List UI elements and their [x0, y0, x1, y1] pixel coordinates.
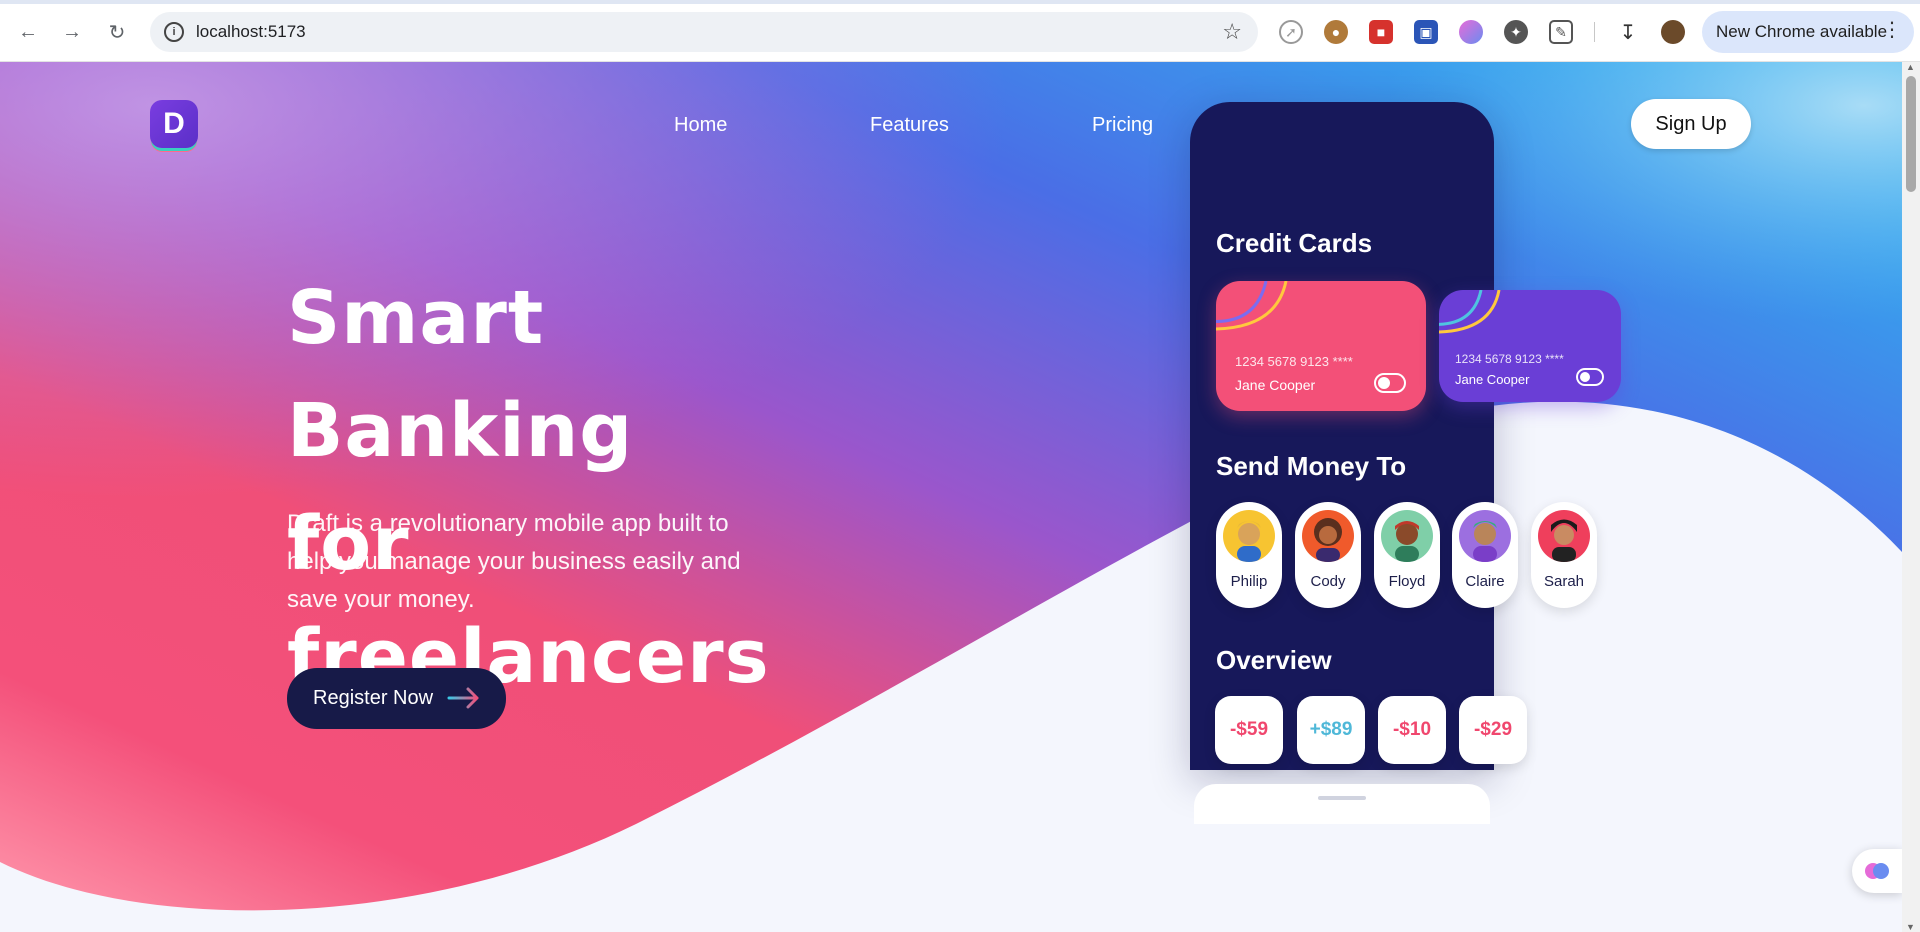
feather-extension-icon[interactable]: ✦: [1504, 20, 1528, 44]
download-icon[interactable]: ↧: [1616, 20, 1640, 44]
contact-cody[interactable]: Cody: [1295, 502, 1361, 608]
nav-pricing[interactable]: Pricing: [1092, 114, 1153, 137]
reload-icon[interactable]: ↻: [103, 18, 131, 46]
sign-up-button[interactable]: Sign Up: [1631, 99, 1751, 149]
credit-card-purple[interactable]: 1234 5678 9123 **** Jane Cooper: [1439, 290, 1621, 402]
tab-strip: [0, 0, 1920, 4]
floating-assistant-button[interactable]: [1852, 849, 1902, 893]
nav-features[interactable]: Features: [870, 114, 949, 137]
register-label: Register Now: [313, 687, 434, 709]
register-now-button[interactable]: Register Now: [287, 668, 506, 729]
hero-title-line1: Smart Banking: [287, 275, 634, 474]
bookmark-star-icon[interactable]: ☆: [1222, 19, 1242, 45]
url-text[interactable]: localhost:5173: [196, 22, 306, 42]
card-arcs-decoration: [1216, 281, 1288, 331]
nav-home[interactable]: Home: [674, 114, 727, 137]
translate-extension-icon[interactable]: ▣: [1414, 20, 1438, 44]
avatar: [1381, 510, 1433, 562]
contact-name: Sarah: [1543, 573, 1585, 590]
contact-name: Floyd: [1388, 573, 1426, 590]
contact-name: Cody: [1310, 573, 1346, 590]
contact-floyd[interactable]: Floyd: [1374, 502, 1440, 608]
send-money-title: Send Money To: [1216, 451, 1407, 481]
contact-name: Philip: [1230, 573, 1268, 590]
arrow-right-icon: [447, 687, 479, 709]
contact-philip[interactable]: Philip: [1216, 502, 1282, 608]
hero-background: [0, 62, 1902, 932]
cookie-extension-icon[interactable]: ●: [1324, 20, 1348, 44]
contact-sarah[interactable]: Sarah: [1531, 502, 1597, 608]
chrome-update-button[interactable]: New Chrome available ⋮: [1702, 11, 1914, 53]
phone-bottom-sheet[interactable]: [1194, 784, 1490, 824]
brain-icon: [1865, 863, 1889, 879]
overview-title: Overview: [1216, 645, 1332, 675]
puzzle-extensions-icon[interactable]: ✎: [1549, 20, 1573, 44]
avatar: [1223, 510, 1275, 562]
menu-kebab-icon[interactable]: ⋮: [1882, 20, 1902, 40]
toolbar-divider: [1594, 22, 1595, 42]
card-number: 1234 5678 9123 ****: [1455, 352, 1564, 366]
avatar: [1538, 510, 1590, 562]
hero-subtitle: Draft is a revolutionary mobile app buil…: [287, 510, 741, 613]
profile-avatar[interactable]: [1661, 20, 1685, 44]
credit-cards-title: Credit Cards: [1216, 228, 1373, 258]
browser-toolbar: ← → ↻ i localhost:5173 ☆ ➚ ● ■ ▣ ✦ ✎ ↧ N…: [0, 0, 1920, 62]
brain-extension-icon[interactable]: [1459, 20, 1483, 44]
credit-card-pink[interactable]: 1234 5678 9123 **** Jane Cooper: [1216, 281, 1426, 411]
card-arcs-decoration: [1439, 290, 1501, 334]
landing-page: D Home Features Pricing Sign Up Smart Ba…: [0, 62, 1902, 932]
card-holder: Jane Cooper: [1455, 372, 1530, 387]
scroll-down-icon[interactable]: ▼: [1906, 922, 1915, 932]
address-bar[interactable]: i localhost:5173 ☆: [150, 12, 1258, 52]
contact-name: Claire: [1465, 573, 1505, 590]
page-scrollbar[interactable]: ▲ ▼: [1902, 62, 1920, 932]
site-info-icon[interactable]: i: [164, 22, 184, 42]
brand-logo[interactable]: D: [150, 100, 198, 148]
avatar: [1459, 510, 1511, 562]
update-label: New Chrome available: [1716, 22, 1888, 41]
overview-amount[interactable]: +$89: [1297, 696, 1365, 764]
card-holder: Jane Cooper: [1235, 377, 1316, 393]
red-extension-icon[interactable]: ■: [1369, 20, 1393, 44]
back-icon[interactable]: ←: [14, 18, 42, 46]
overview-amount[interactable]: -$29: [1459, 696, 1527, 764]
contact-claire[interactable]: Claire: [1452, 502, 1518, 608]
overview-amount[interactable]: -$10: [1378, 696, 1446, 764]
scroll-up-icon[interactable]: ▲: [1906, 62, 1915, 72]
overview-amount[interactable]: -$59: [1215, 696, 1283, 764]
forward-icon[interactable]: →: [58, 18, 86, 46]
card-toggle[interactable]: [1576, 368, 1604, 386]
card-number: 1234 5678 9123 ****: [1235, 354, 1353, 369]
card-toggle[interactable]: [1374, 373, 1406, 393]
avatar: [1302, 510, 1354, 562]
bottom-sheet-handle[interactable]: [1318, 796, 1366, 800]
hero-title: Smart Banking for freelancers: [287, 262, 907, 714]
compass-extension-icon[interactable]: ➚: [1279, 20, 1303, 44]
scrollbar-thumb[interactable]: [1906, 76, 1916, 192]
